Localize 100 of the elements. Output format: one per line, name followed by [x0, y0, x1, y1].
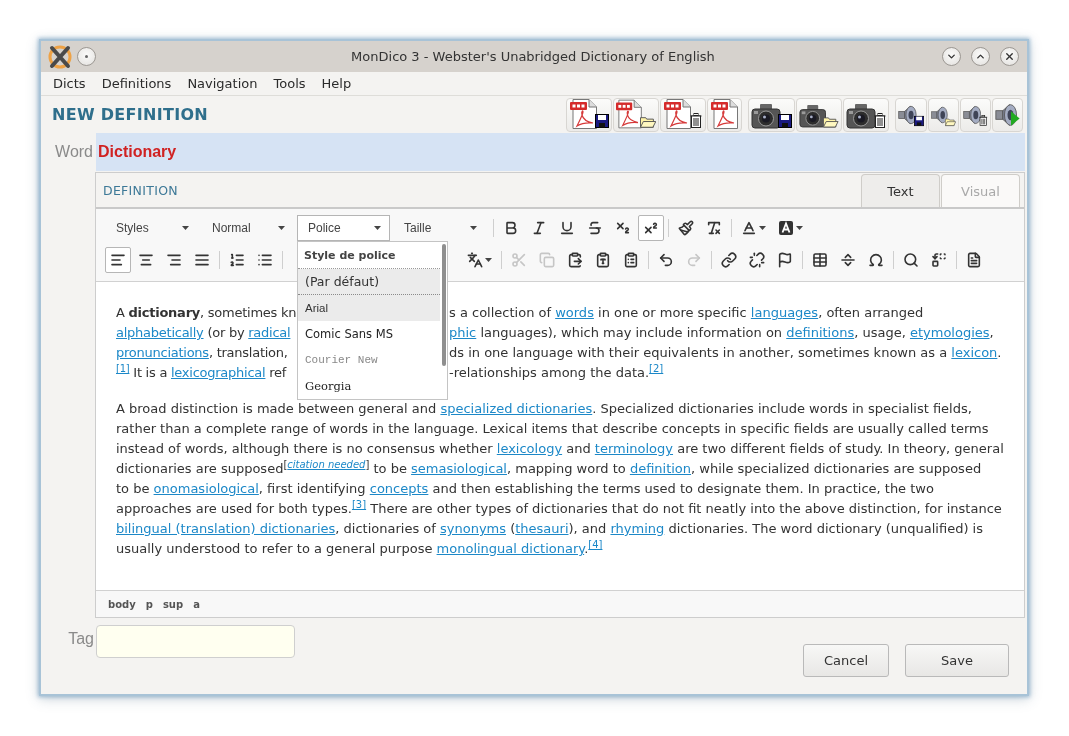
speaker-open-button[interactable]: [928, 97, 959, 132]
link[interactable]: synonyms: [440, 521, 506, 536]
replace-icon: [931, 252, 947, 268]
menu-item[interactable]: Definitions: [93, 74, 180, 93]
unlink-icon: [749, 252, 765, 268]
play-icon: [1011, 109, 1020, 127]
combo-box[interactable]: Taille: [393, 215, 486, 241]
superscript-button[interactable]: [638, 215, 664, 241]
link[interactable]: terminology: [594, 441, 674, 456]
link[interactable]: words: [555, 305, 594, 320]
app-logo-icon: [47, 43, 73, 70]
close-button[interactable]: [1000, 47, 1019, 66]
tab[interactable]: Visual: [941, 174, 1020, 207]
path-item[interactable]: a: [188, 596, 205, 612]
minimize-button[interactable]: [942, 47, 961, 66]
pdf-document-icon: [616, 98, 643, 129]
link[interactable]: onomasiological: [153, 481, 259, 496]
pdf-save-button[interactable]: [566, 97, 612, 132]
undo-icon: [658, 252, 674, 268]
menu-item[interactable]: Dicts: [45, 74, 94, 93]
text-color-icon: [741, 220, 757, 236]
link[interactable]: semasiological: [411, 461, 507, 476]
window-menu-button[interactable]: [77, 47, 96, 66]
highlight-color-icon: [778, 220, 794, 236]
pdf-delete-button[interactable]: [660, 97, 706, 132]
path-item[interactable]: p: [140, 596, 158, 612]
combo-box[interactable]: Normal: [201, 215, 294, 241]
close-icon: [1004, 51, 1015, 62]
link[interactable]: alphabetically: [116, 325, 204, 340]
bulleted-list-icon: [257, 252, 273, 268]
menu-item[interactable]: Navigation: [179, 74, 266, 93]
speaker-save-button[interactable]: [895, 97, 927, 132]
copy-icon: [539, 252, 555, 268]
link[interactable]: pronunciations: [116, 345, 209, 360]
link[interactable]: lexicon: [951, 345, 998, 360]
dialog-button[interactable]: Save: [905, 644, 1009, 677]
pdf-view-button[interactable]: [707, 97, 742, 132]
link[interactable]: lexicology: [496, 441, 563, 456]
menu-item[interactable]: Tools: [265, 74, 314, 93]
link[interactable]: etymologies: [909, 325, 990, 340]
maximize-button[interactable]: [971, 47, 990, 66]
link[interactable]: rhyming: [610, 521, 665, 536]
folder-icon: [823, 115, 839, 128]
combo-box[interactable]: Police: [297, 215, 390, 241]
scrollbar-thumb[interactable]: [442, 244, 446, 366]
link[interactable]: concepts: [369, 481, 429, 496]
citation-link[interactable]: citation needed: [287, 458, 366, 470]
pdf-document-icon: [569, 98, 598, 129]
path-item[interactable]: sup: [157, 596, 189, 612]
dialog-button[interactable]: Cancel: [803, 644, 889, 677]
link[interactable]: thesauri: [515, 521, 569, 536]
pdf-document-icon: [710, 98, 739, 129]
caret-icon: [485, 258, 492, 262]
menu-item[interactable]: Arial: [298, 295, 440, 321]
caret-icon: [470, 226, 477, 230]
flag-icon: [777, 252, 793, 268]
camera-open-button[interactable]: [796, 97, 842, 132]
tag-field[interactable]: [96, 625, 295, 658]
link[interactable]: radical: [248, 325, 291, 340]
caret-icon: [374, 226, 381, 230]
reference-link[interactable]: [3]: [351, 498, 367, 510]
window-title: MonDico 3 - Webster's Unabridged Dictionary of English: [351, 49, 715, 64]
camera-save-button[interactable]: [748, 97, 795, 132]
scissors-icon: [511, 252, 527, 268]
camera-icon: [751, 102, 781, 129]
redo-icon: [686, 252, 702, 268]
reference-link[interactable]: [1]: [116, 362, 130, 374]
numbered-list-icon: [229, 252, 245, 268]
section-label: DEFINITION: [103, 182, 178, 198]
menu-item[interactable]: (Par défaut): [298, 269, 440, 295]
pdf-open-button[interactable]: [613, 97, 659, 132]
paragraph-fragment: s a collection of words in one or more specific languages, often arranged phic languages), which may include information on definitions, usage, etymologies, ds in one language with their equivalents in another, sometimes known as a lexicon. -relationships among the data.$^{[2]}$: [449, 304, 1002, 382]
link[interactable]: phic: [449, 325, 477, 340]
camera-delete-button[interactable]: [843, 97, 889, 132]
bold-icon: [503, 220, 519, 236]
document-icon: [966, 252, 982, 268]
reference-link[interactable]: [2]: [649, 362, 664, 374]
word-field[interactable]: Dictionary: [96, 133, 1025, 171]
strikethrough-icon: [587, 220, 603, 236]
search-icon: [903, 252, 919, 268]
path-item[interactable]: body: [103, 596, 141, 612]
tab[interactable]: Text: [861, 174, 940, 207]
page-heading: NEW DEFINITION: [52, 105, 209, 124]
link-icon: [721, 252, 737, 268]
combo-box[interactable]: Styles: [105, 215, 198, 241]
paragraph-fragment: A dictionary, sometimes kn alphabetically (or by radical pronunciations, translation, $^{[1]}$ It is a lexicographical ref: [116, 304, 297, 382]
link[interactable]: lexicographical: [171, 365, 266, 380]
align-left-button[interactable]: [105, 247, 131, 273]
speaker-delete-button[interactable]: [960, 97, 991, 132]
trash-icon: [690, 112, 702, 128]
caret-icon: [796, 226, 803, 230]
menu-item[interactable]: Help: [313, 74, 360, 93]
reference-link[interactable]: [4]: [588, 538, 603, 550]
camera-icon: [846, 102, 876, 129]
speaker-play-button[interactable]: [992, 97, 1023, 132]
superscript-icon: [643, 220, 659, 236]
italic-icon: [531, 220, 547, 236]
field-label: Word: [54, 143, 94, 161]
align-left-icon: [110, 252, 126, 268]
link[interactable]: definition: [629, 461, 692, 476]
